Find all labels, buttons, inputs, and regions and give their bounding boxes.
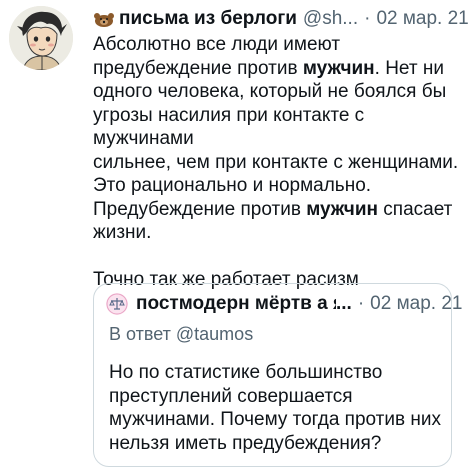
tweet-line: Это рационально и нормально.: [93, 175, 372, 196]
scale-icon[interactable]: [106, 293, 128, 315]
reply-prefix: В ответ: [109, 324, 176, 344]
quote-text: Но по статистике большинство преступлени…: [109, 361, 444, 455]
quote-line: мужчинами. Почему тогда против них: [109, 409, 441, 430]
tweet-date[interactable]: 02 мар. 21: [376, 8, 468, 30]
highlighted-word: мужчин: [302, 57, 375, 79]
tweet-line: Абсолютно все люди имеют: [93, 34, 341, 55]
quote-author-name[interactable]: постмодерн мёртв а я: [136, 293, 336, 315]
bear-icon: [93, 10, 115, 28]
separator-dot: ·: [357, 293, 365, 314]
tweet-line: одного человека, который не боялся бы: [93, 81, 447, 102]
highlighted-word: мужчин: [306, 198, 378, 220]
reply-mention[interactable]: @taumos: [176, 324, 253, 344]
author-name[interactable]: письма из берлоги: [119, 8, 297, 30]
quote-line: нельзя иметь предубеждения?: [109, 432, 382, 454]
quote-line: преступлений совершается: [109, 385, 353, 407]
tweet-header: письма из берлоги @sh... · 02 мар. 21: [93, 8, 469, 30]
tweet-line: Предубеждение против мужчин спасает: [93, 198, 453, 220]
tweet-line: угрозы насилия при контакте с мужчинами: [93, 104, 365, 150]
author-handle[interactable]: @sh...: [303, 8, 358, 30]
tweet-text: Абсолютно все люди имеют предубеждение п…: [93, 33, 468, 292]
tweet-line: жизни.: [93, 222, 152, 243]
quote-header: постмодерн мёртв а я... · 02 мар. 21: [106, 293, 462, 315]
quoted-tweet-card[interactable]: постмодерн мёртв а я... · 02 мар. 21 В о…: [93, 283, 462, 467]
reply-context: В ответ @taumos: [109, 324, 253, 345]
quote-name-ellipsis: ...: [336, 293, 352, 314]
tweet-line: предубеждение против мужчин. Нет ни: [93, 57, 444, 79]
quote-line: Но по статистике большинство: [109, 362, 383, 383]
tweet-line: сильнее, чем при контакте с женщинами.: [93, 151, 459, 173]
quote-date[interactable]: 02 мар. 21: [370, 293, 462, 315]
separator-dot: ·: [364, 8, 371, 29]
author-avatar[interactable]: [9, 6, 73, 70]
